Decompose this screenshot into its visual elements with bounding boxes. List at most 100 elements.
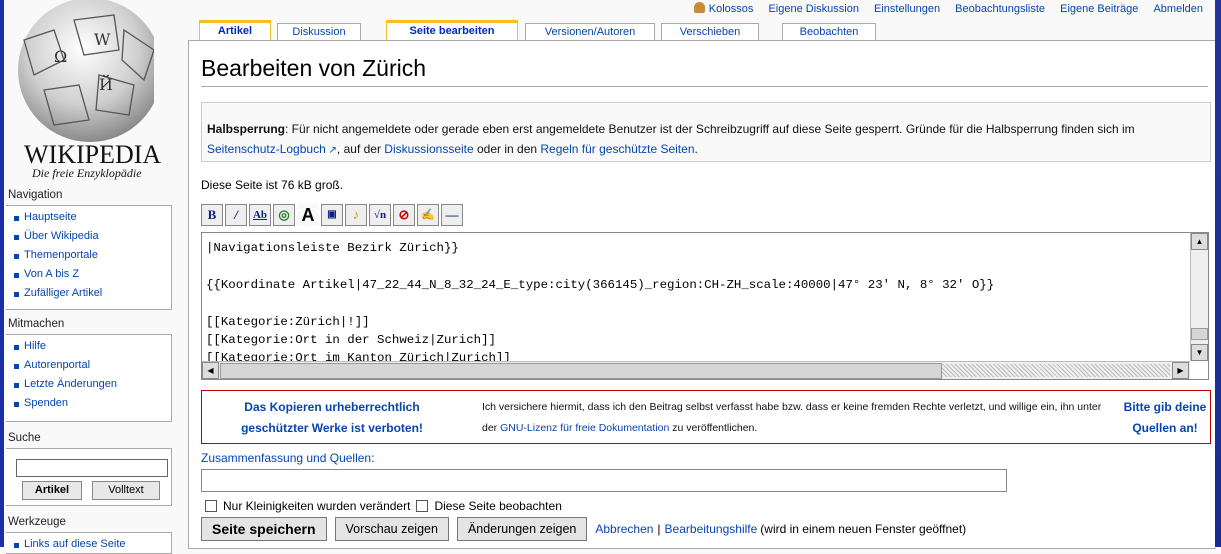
editor-line: ​ xyxy=(206,294,994,312)
media-icon[interactable]: ♪ xyxy=(345,204,367,226)
user-link[interactable]: Kolossos xyxy=(693,2,754,15)
watch-page-label[interactable]: Diese Seite beobachten xyxy=(434,499,561,513)
hr-icon[interactable]: — xyxy=(441,204,463,226)
tab-seite-bearbeiten[interactable]: Seite bearbeiten xyxy=(386,20,518,40)
headline-icon[interactable]: A xyxy=(297,204,319,226)
search-input[interactable] xyxy=(16,459,168,477)
navigation-portlet: Hauptseite Über Wikipedia Themenportale … xyxy=(6,205,172,310)
tools-portlet: Links auf diese Seite xyxy=(6,532,172,554)
wikipedia-logo[interactable]: Ω W Й WIKIPEDIA Die freie Enzyklopädie xyxy=(4,0,175,185)
show-changes-button[interactable]: Änderungen zeigen xyxy=(456,517,588,541)
edit-help-link[interactable]: Bearbeitungshilfe xyxy=(665,522,758,536)
personal-link-abmelden[interactable]: Abmelden xyxy=(1153,3,1203,15)
math-icon[interactable]: √n xyxy=(369,204,391,226)
sources-reminder[interactable]: Bitte gib deine Quellen an! xyxy=(1122,397,1208,439)
participate-portlet: Hilfe Autorenportal Letzte Änderungen Sp… xyxy=(6,334,172,422)
scroll-down-icon[interactable]: ▼ xyxy=(1191,344,1208,361)
vertical-scroll-thumb[interactable] xyxy=(1191,328,1208,340)
personal-link-einstellungen[interactable]: Einstellungen xyxy=(874,3,940,15)
tab-versionen[interactable]: Versionen/Autoren xyxy=(525,23,655,41)
edit-help-note: (wird in einem neuen Fenster geöffnet) xyxy=(760,522,967,536)
sidebar-item-hauptseite[interactable]: Hauptseite xyxy=(14,208,171,227)
scroll-right-icon[interactable]: ▶ xyxy=(1172,362,1189,379)
tab-artikel[interactable]: Artikel xyxy=(199,20,271,40)
summary-label[interactable]: Zusammenfassung und Quellen: xyxy=(201,451,374,465)
minor-edit-label[interactable]: Nur Kleinigkeiten wurden verändert xyxy=(223,499,410,513)
svg-text:W: W xyxy=(94,30,111,49)
editor-line: [[Kategorie:Zürich|!]] xyxy=(206,314,370,329)
scroll-left-icon[interactable]: ◀ xyxy=(202,362,219,379)
nowiki-icon[interactable]: ⊘ xyxy=(393,204,415,226)
notice-text-4: . xyxy=(694,142,698,156)
copyright-warning: Das Kopieren urheberrechtlich geschützte… xyxy=(201,390,1211,444)
user-name: Kolossos xyxy=(708,3,754,15)
wikitext-editor[interactable]: |Navigationsleiste Bezirk Zürich}} ​ {{Koo… xyxy=(201,232,1209,380)
participate-heading: Mitmachen xyxy=(8,318,65,330)
sidebar-item-themenportale[interactable]: Themenportale xyxy=(14,246,171,265)
tab-verschieben[interactable]: Verschieben xyxy=(661,23,759,41)
edit-options: Nur Kleinigkeiten wurden verändert Diese… xyxy=(205,499,562,513)
personal-link-beobachtungsliste[interactable]: Beobachtungsliste xyxy=(955,3,1045,15)
personal-link-beitraege[interactable]: Eigene Beiträge xyxy=(1060,3,1138,15)
window-frame-right xyxy=(1215,0,1221,547)
svg-text:Й: Й xyxy=(99,74,113,94)
notice-text-1: : Für nicht angemeldete oder gerade eben… xyxy=(285,122,1135,136)
discussion-page-link[interactable]: Diskussionsseite xyxy=(384,142,473,156)
tab-beobachten[interactable]: Beobachten xyxy=(782,23,876,41)
image-icon[interactable]: ▣ xyxy=(321,204,343,226)
page-title: Bearbeiten von Zürich xyxy=(201,55,427,81)
summary-input[interactable] xyxy=(201,469,1007,492)
protection-rules-link[interactable]: Regeln für geschützte Seiten xyxy=(540,142,694,156)
search-article-button[interactable]: Artikel xyxy=(22,481,82,500)
horizontal-scrollbar[interactable]: ◀ ▶ xyxy=(202,361,1190,379)
sidebar: Ω W Й WIKIPEDIA Die freie Enzyklopädie N… xyxy=(4,0,175,554)
external-link-icon: ↗ xyxy=(325,145,337,156)
protection-log-link[interactable]: Seitenschutz-Logbuch xyxy=(207,142,326,156)
preview-button[interactable]: Vorschau zeigen xyxy=(334,517,449,541)
sidebar-item-hilfe[interactable]: Hilfe xyxy=(14,337,171,356)
bold-icon[interactable]: B xyxy=(201,204,223,226)
editor-line: ​ xyxy=(206,257,994,275)
title-divider xyxy=(201,86,1208,87)
signature-icon[interactable]: ✍ xyxy=(417,204,439,226)
italic-icon[interactable]: / xyxy=(225,204,247,226)
edit-buttons: Seite speichern Vorschau zeigen Änderung… xyxy=(201,517,966,541)
svg-text:Ω: Ω xyxy=(54,47,67,66)
page-size-info: Diese Seite ist 76 kB groß. xyxy=(201,178,344,192)
sidebar-item-zufaelliger-artikel[interactable]: Zufälliger Artikel xyxy=(14,284,171,303)
save-button[interactable]: Seite speichern xyxy=(201,517,327,541)
search-heading: Suche xyxy=(8,432,41,444)
internal-link-icon[interactable]: Ab xyxy=(249,204,271,226)
notice-text-2: , auf der xyxy=(336,142,385,156)
logo-tagline: Die freie Enzyklopädie xyxy=(32,166,142,180)
content-area: Bearbeiten von Zürich Halbsperrung: Für … xyxy=(188,40,1216,549)
cancel-link[interactable]: Abbrechen xyxy=(595,522,653,536)
scroll-track xyxy=(942,364,1170,377)
editor-content: |Navigationsleiste Bezirk Zürich}} ​ {{Koo… xyxy=(206,239,994,368)
sidebar-item-autorenportal[interactable]: Autorenportal xyxy=(14,356,171,375)
tab-diskussion[interactable]: Diskussion xyxy=(277,23,361,41)
personal-link-diskussion[interactable]: Eigene Diskussion xyxy=(768,3,859,15)
gfdl-link[interactable]: GNU-Lizenz für freie Dokumentation xyxy=(500,422,669,434)
notice-text-3: oder in den xyxy=(473,142,541,156)
tools-heading: Werkzeuge xyxy=(8,516,66,528)
edit-toolbar: B / Ab ◎ A ▣ ♪ √n ⊘ ✍ — xyxy=(201,204,463,228)
editor-line: {{Koordinate Artikel|47_22_44_N_8_32_24_… xyxy=(206,277,995,292)
sidebar-item-ueber-wikipedia[interactable]: Über Wikipedia xyxy=(14,227,171,246)
notice-bold: Halbsperrung xyxy=(207,122,286,136)
search-fulltext-button[interactable]: Volltext xyxy=(92,481,160,500)
external-link-icon[interactable]: ◎ xyxy=(273,204,295,226)
editor-line: |Navigationsleiste Bezirk Zürich}} xyxy=(206,241,459,255)
personal-links: Kolossos Eigene Diskussion Einstellungen… xyxy=(693,2,1203,15)
horizontal-scroll-thumb[interactable] xyxy=(220,363,942,379)
navigation-heading: Navigation xyxy=(8,189,63,201)
sidebar-item-links-auf-diese-seite[interactable]: Links auf diese Seite xyxy=(14,535,171,554)
minor-edit-checkbox[interactable] xyxy=(205,500,217,512)
scroll-up-icon[interactable]: ▲ xyxy=(1191,233,1208,250)
sidebar-item-von-a-bis-z[interactable]: Von A bis Z xyxy=(14,265,171,284)
sidebar-item-spenden[interactable]: Spenden xyxy=(14,394,171,413)
vertical-scrollbar[interactable]: ▲ ▼ xyxy=(1190,233,1208,361)
user-icon xyxy=(693,2,705,13)
sidebar-item-letzte-aenderungen[interactable]: Letzte Änderungen xyxy=(14,375,171,394)
watch-page-checkbox[interactable] xyxy=(416,500,429,512)
